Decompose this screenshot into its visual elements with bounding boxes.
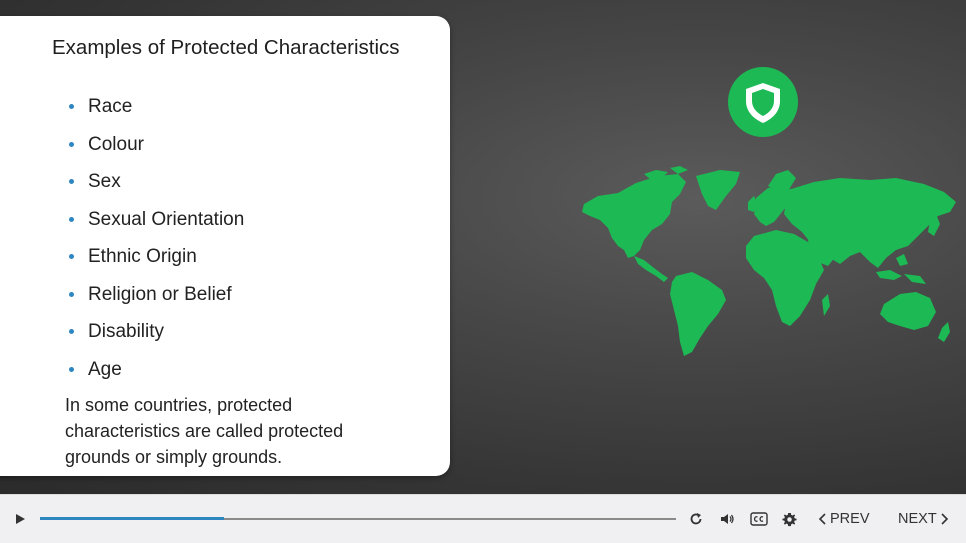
settings-gear-icon [781, 512, 797, 526]
progress-fill [40, 517, 225, 520]
slide-title: Examples of Protected Characteristics [52, 36, 400, 59]
list-item: Race [69, 88, 244, 126]
bullet-dot-icon [69, 141, 74, 147]
progress-bar[interactable] [40, 517, 676, 520]
bullet-dot-icon [69, 291, 74, 297]
bullet-dot-icon [69, 179, 74, 184]
replay-button[interactable] [686, 509, 706, 529]
list-item: Religion or Belief [69, 276, 244, 314]
bullet-dot-icon [69, 254, 74, 259]
madagascar-shape [822, 294, 830, 316]
shield-icon [746, 83, 780, 123]
central-america-shape [634, 256, 668, 282]
play-button[interactable] [12, 511, 28, 527]
list-item: Disability [69, 313, 244, 351]
southeast-asia-islands-shape [904, 274, 926, 284]
next-button[interactable]: NEXT [898, 508, 949, 530]
chevron-right-icon [941, 513, 948, 525]
volume-icon [721, 514, 734, 524]
list-item: Colour [69, 126, 244, 164]
characteristics-list: Race Colour Sex Sexual Orientation Ethni… [69, 88, 244, 389]
australia-shape [880, 292, 936, 330]
content-card: Examples of Protected Characteristics Ra… [0, 16, 450, 476]
settings-button[interactable] [779, 509, 799, 529]
chevron-left-icon [818, 513, 826, 525]
closed-captions-button[interactable] [748, 509, 770, 529]
list-item: Age [69, 351, 244, 389]
southeast-asia-islands-shape [896, 254, 908, 266]
arctic-islands-shape [670, 166, 688, 174]
volume-button[interactable] [716, 509, 738, 529]
closed-captions-icon [750, 512, 768, 526]
list-item: Sexual Orientation [69, 201, 244, 239]
next-label: NEXT [898, 511, 937, 527]
world-map [582, 166, 956, 356]
bullet-dot-icon [69, 104, 74, 109]
replay-icon [690, 513, 702, 525]
bullet-dot-icon [69, 366, 74, 372]
bullet-dot-icon [69, 216, 74, 222]
southeast-asia-islands-shape [876, 270, 902, 280]
player-control-bar: PREV NEXT [0, 494, 966, 543]
explanatory-note: In some countries, protected characteris… [65, 395, 344, 467]
greenland-shape [696, 170, 740, 210]
bullet-dot-icon [69, 329, 74, 334]
list-item: Sex [69, 163, 244, 201]
prev-label: PREV [830, 511, 870, 527]
north-america-shape [582, 174, 686, 258]
list-item: Ethnic Origin [69, 238, 244, 276]
play-icon [16, 514, 25, 524]
shield-badge [728, 67, 798, 137]
slide-stage: Examples of Protected Characteristics Ra… [0, 0, 966, 494]
prev-button[interactable]: PREV [818, 508, 870, 530]
south-america-shape [670, 272, 726, 356]
new-zealand-shape [938, 322, 950, 342]
